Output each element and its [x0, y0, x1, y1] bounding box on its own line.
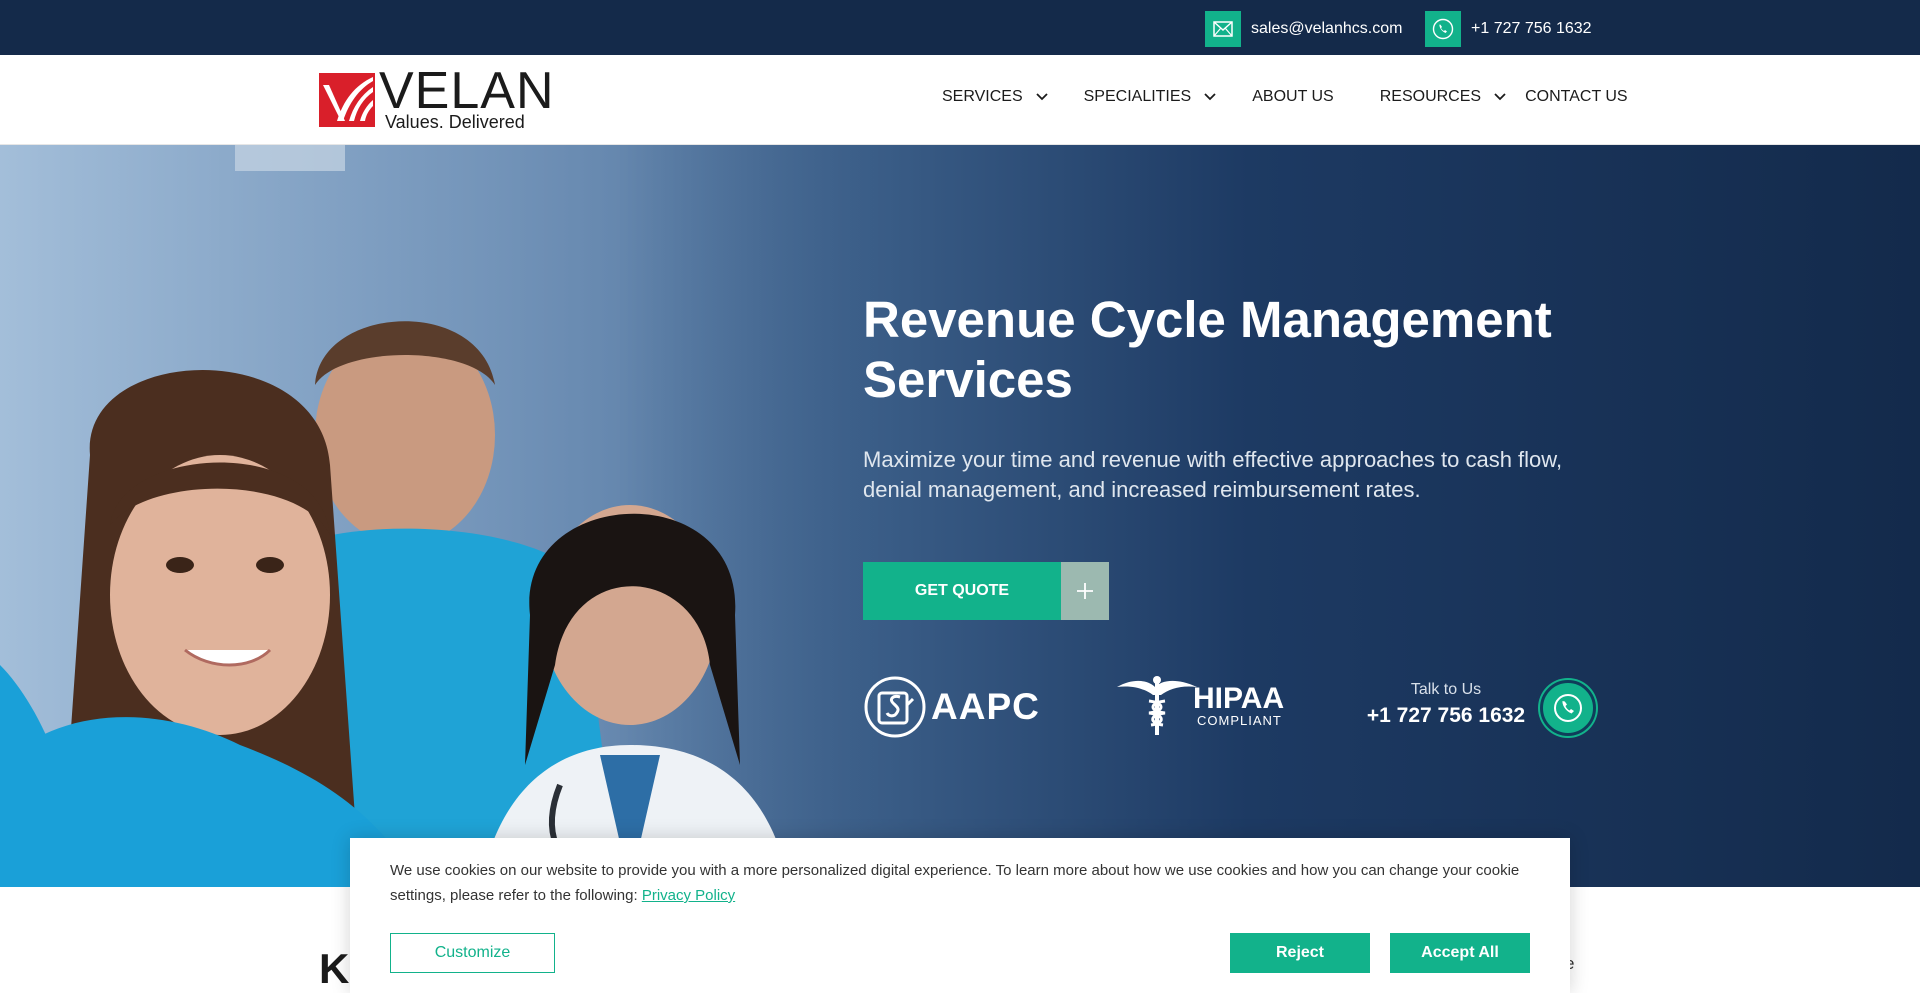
aapc-logo-icon [864, 676, 926, 738]
nav-item-label: ABOUT US [1252, 88, 1334, 105]
get-quote-button[interactable]: GET QUOTE [863, 562, 1109, 620]
cookie-banner: We use cookies on our website to provide… [350, 838, 1570, 993]
nav-item-label: CONTACT US [1525, 88, 1628, 105]
hipaa-badge: HIPAA COMPLIANT [1115, 673, 1284, 737]
envelope-icon [1205, 11, 1241, 47]
phone-icon [1425, 11, 1461, 47]
privacy-policy-link[interactable]: Privacy Policy [642, 887, 735, 904]
nav-item-label: SERVICES [942, 88, 1023, 105]
talk-to-us-phone[interactable]: +1 727 756 1632 [1358, 704, 1534, 728]
topbar-email-text[interactable]: sales@velanhcs.com [1251, 20, 1402, 38]
cookie-message: We use cookies on our website to provide… [390, 858, 1530, 908]
hipaa-text: HIPAA [1193, 681, 1285, 715]
aapc-badge: AAPC [863, 675, 1040, 739]
topbar-phone[interactable]: +1 727 756 1632 [1425, 11, 1592, 47]
talk-to-us-label: Talk to Us [1410, 681, 1482, 698]
chevron-down-icon [1035, 93, 1048, 101]
caduceus-icon [1117, 676, 1197, 735]
get-quote-label: GET QUOTE [863, 562, 1061, 620]
nav-item-about-us[interactable]: ABOUT US [1252, 88, 1334, 106]
top-contact-bar: sales@velanhcs.com +1 727 756 1632 [0, 0, 1920, 55]
main-nav: SERVICES SPECIALITIES ABOUT US RESOURCES… [942, 88, 1628, 106]
talk-to-us[interactable]: Talk to Us +1 727 756 1632 [1358, 681, 1534, 728]
hero-title: Revenue Cycle Management Services [863, 291, 1552, 408]
velan-logo[interactable]: VELAN Values. Delivered [319, 62, 555, 131]
nav-item-specialities[interactable]: SPECIALITIES [1084, 88, 1218, 106]
topbar-phone-text[interactable]: +1 727 756 1632 [1471, 20, 1592, 38]
plus-icon [1061, 562, 1109, 620]
nav-item-services[interactable]: SERVICES [942, 88, 1049, 106]
hero-subtitle: Maximize your time and revenue with effe… [863, 447, 1563, 502]
nav-item-resources[interactable]: RESOURCES [1380, 88, 1507, 106]
site-header: VELAN Values. Delivered SERVICES SPECIAL… [0, 55, 1920, 145]
phone-icon [1554, 694, 1582, 722]
logo-name: VELAN [379, 62, 555, 120]
nav-item-label: SPECIALITIES [1083, 88, 1192, 105]
chevron-down-icon [1204, 93, 1216, 101]
hero-medical-staff-image [0, 145, 880, 887]
cookie-message-text: We use cookies on our website to provide… [390, 862, 1520, 904]
chevron-down-icon [1494, 93, 1506, 101]
accept-all-button[interactable]: Accept All [1390, 933, 1530, 973]
topbar-email[interactable]: sales@velanhcs.com [1205, 11, 1402, 47]
hero-section: Revenue Cycle Management Services Maximi… [0, 145, 1920, 887]
reject-button[interactable]: Reject [1230, 933, 1370, 973]
aapc-text: AAPC [931, 686, 1040, 727]
nav-item-contact-us[interactable]: CONTACT US [1525, 88, 1628, 106]
customize-button[interactable]: Customize [390, 933, 555, 973]
nav-item-label: RESOURCES [1379, 88, 1482, 105]
hipaa-subtext: COMPLIANT [1197, 712, 1282, 728]
call-button[interactable] [1540, 680, 1596, 736]
velan-logo-mark-icon [319, 73, 375, 127]
